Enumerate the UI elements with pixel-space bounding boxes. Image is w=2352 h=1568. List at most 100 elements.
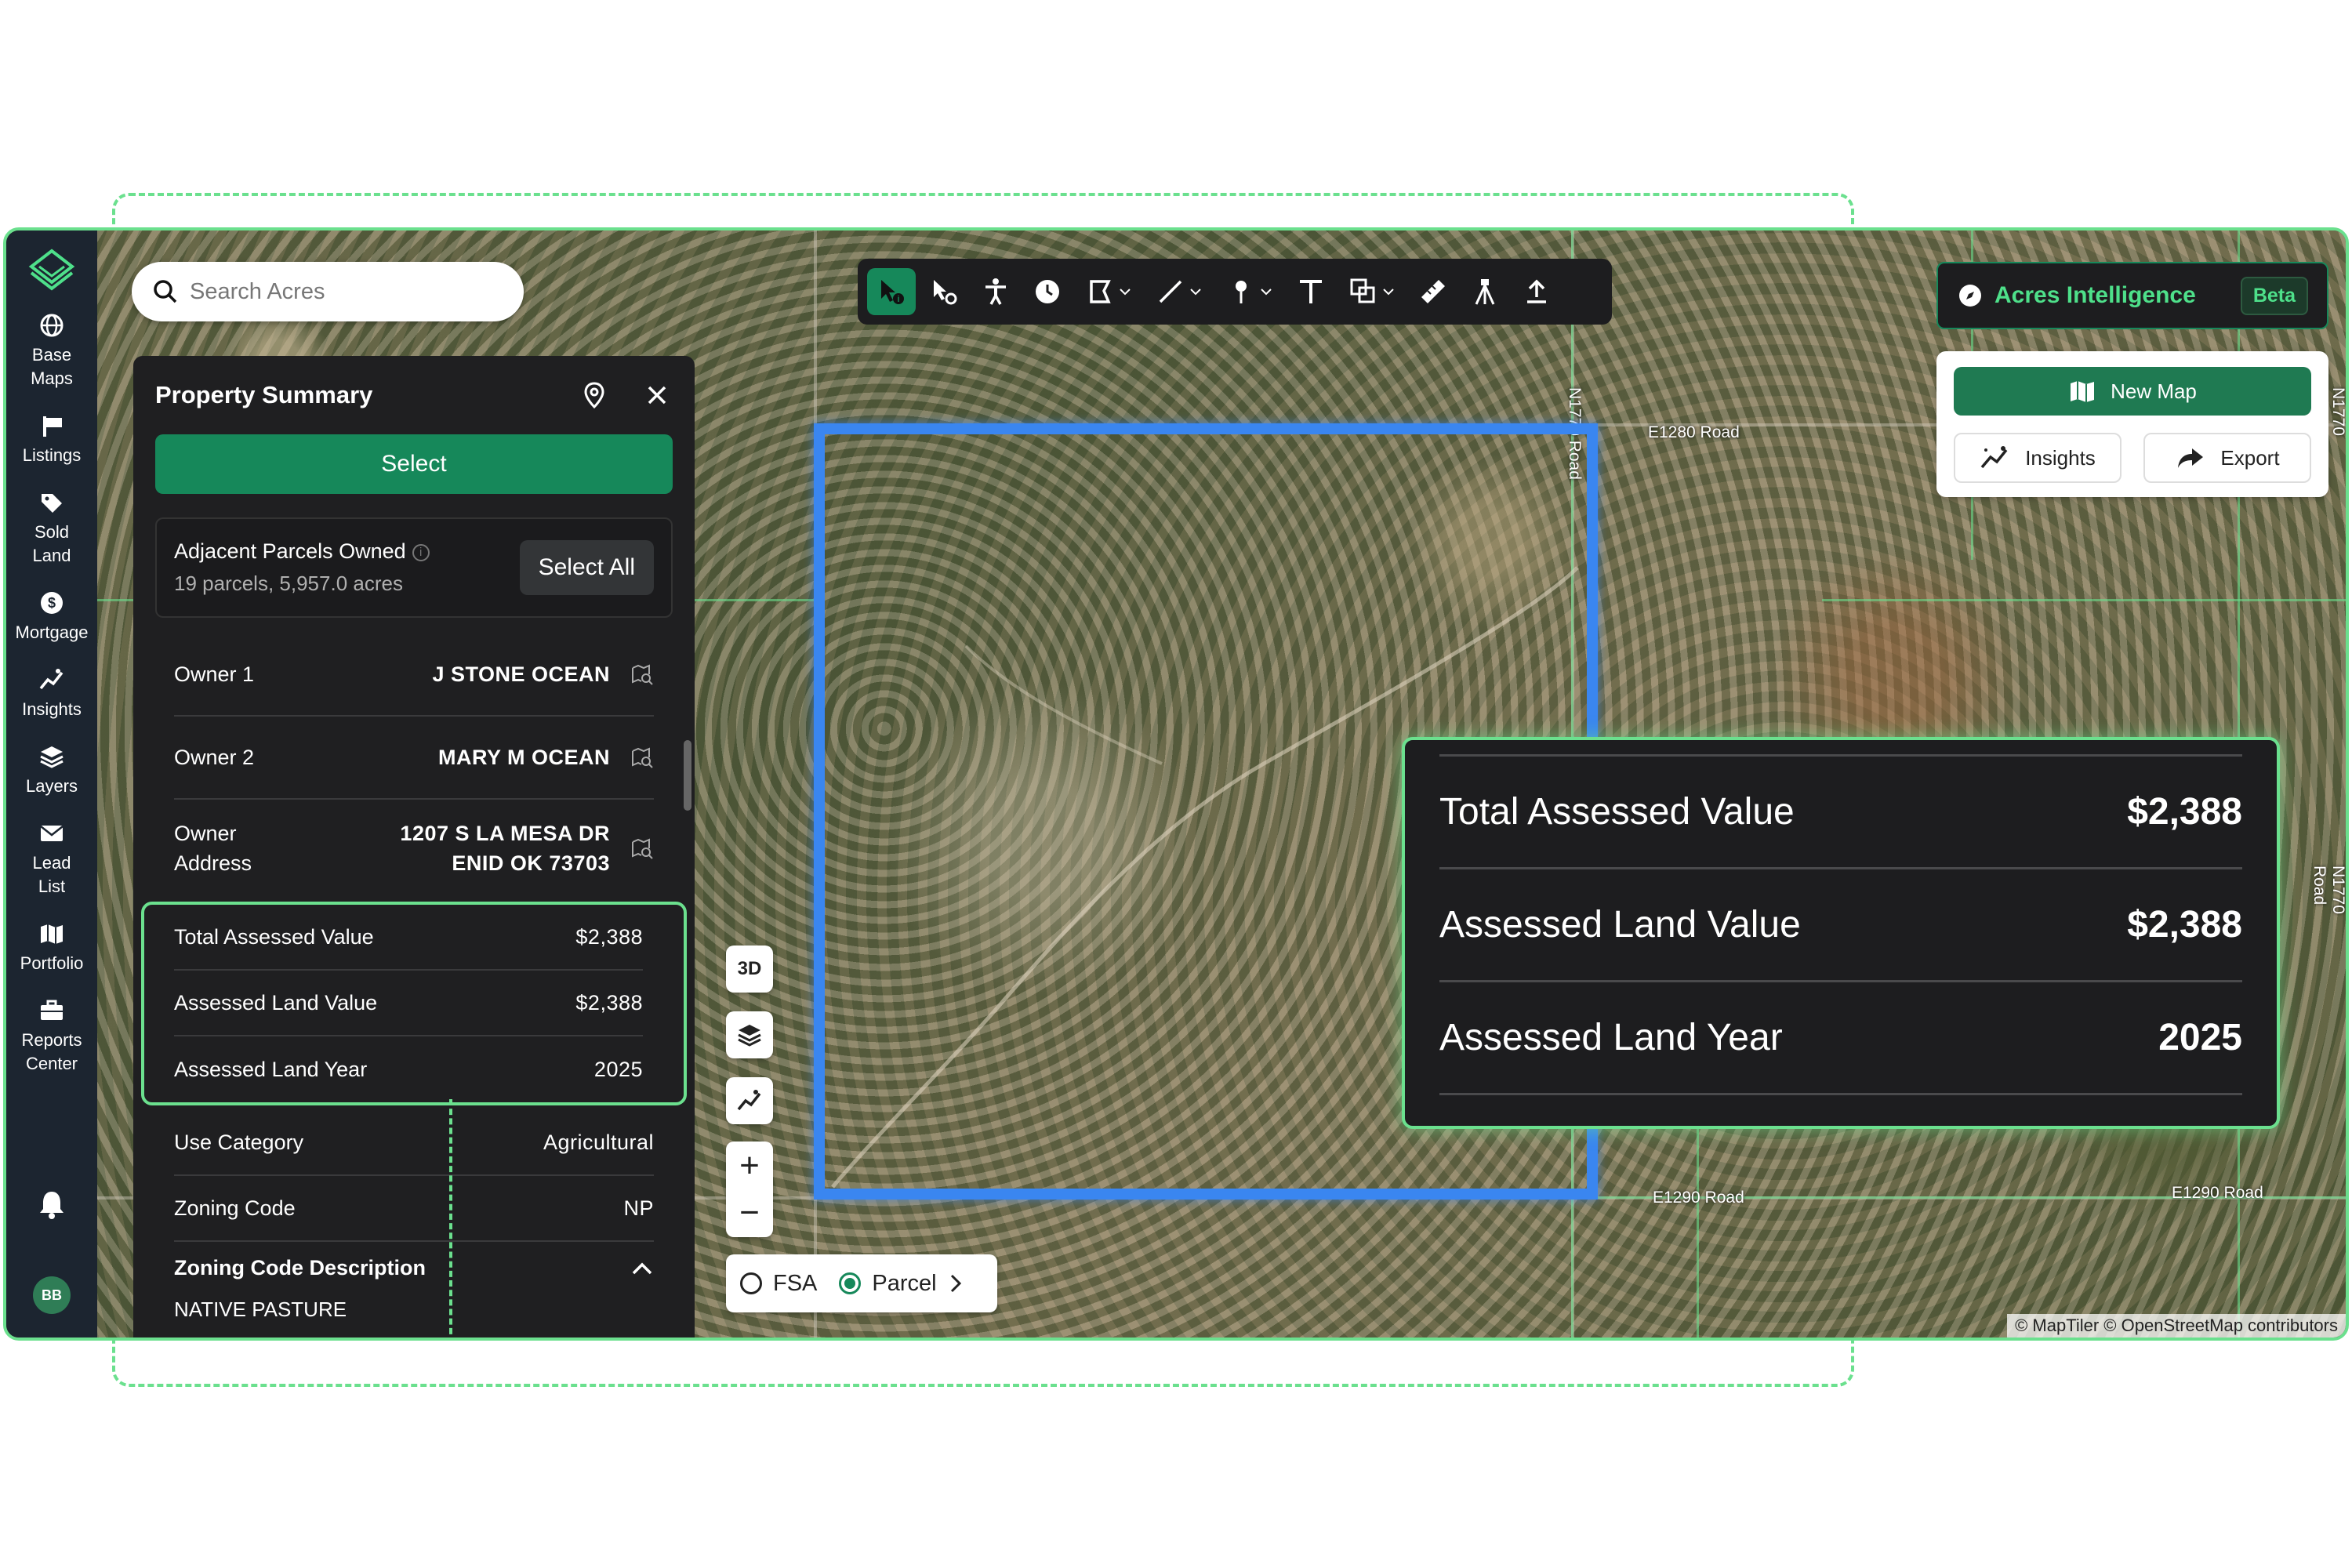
owner-address-row: Owner Address 1207 S LA MESA DR ENID OK …	[174, 800, 654, 897]
parcel-radio[interactable]	[839, 1272, 862, 1294]
layers-button[interactable]	[726, 1011, 773, 1058]
nav-item-insights[interactable]: Insights	[6, 666, 97, 721]
globe-icon	[40, 314, 64, 337]
search-bar[interactable]	[132, 262, 524, 321]
map-icon	[2071, 381, 2095, 402]
road-label-e1290: E1290 Road	[2172, 1184, 2263, 1202]
owner-address-label: Owner Address	[174, 822, 252, 875]
acres-logo-icon[interactable]	[28, 248, 75, 295]
nav-item-label: Mortgage	[15, 622, 89, 642]
use-category-row: Use Category Agricultural	[174, 1110, 654, 1176]
close-icon[interactable]	[641, 379, 673, 411]
fsa-radio[interactable]	[740, 1272, 762, 1294]
line-icon	[1159, 280, 1182, 303]
chevron-right-icon[interactable]	[948, 1272, 964, 1294]
chevron-down-icon[interactable]	[1189, 285, 1203, 299]
compass-icon	[1959, 285, 1981, 307]
owner-1-label: Owner 1	[174, 662, 255, 686]
insights-label: Insights	[2025, 445, 2096, 470]
nav-item-label: Reports Center	[21, 1030, 82, 1073]
svg-text:$: $	[48, 595, 56, 611]
listings-icon	[43, 416, 62, 437]
map-search-icon[interactable]	[630, 662, 654, 686]
zoom-control: + −	[726, 1142, 773, 1237]
history-tool[interactable]	[1024, 268, 1071, 315]
mail-icon	[40, 826, 64, 841]
chevron-down-icon[interactable]	[1118, 285, 1132, 299]
nav-item-lead-list[interactable]: Lead List	[6, 820, 97, 898]
search-input[interactable]	[190, 278, 488, 305]
owner-2-label: Owner 2	[174, 745, 255, 769]
shapes-icon	[1350, 278, 1375, 303]
insights-icon	[1980, 446, 2008, 469]
insights-map-button[interactable]	[726, 1077, 773, 1124]
text-tool[interactable]	[1287, 268, 1334, 315]
tripod-icon	[1475, 279, 1495, 305]
nav-item-base-maps[interactable]: Base Maps	[6, 312, 97, 390]
map-search-icon[interactable]	[630, 746, 654, 769]
zoom-out-button[interactable]: −	[726, 1189, 773, 1236]
select-button[interactable]: Select	[155, 434, 673, 494]
use-category-label: Use Category	[174, 1130, 304, 1154]
total-assessed-value-row: Total Assessed Value $2,388	[174, 905, 643, 971]
assessed-land-year-row: Assessed Land Year 2025	[174, 1036, 643, 1102]
zoom-in-button[interactable]: +	[726, 1142, 773, 1189]
chevron-down-icon[interactable]	[1381, 285, 1396, 299]
acres-intelligence-bar[interactable]: Acres Intelligence Beta	[1936, 262, 2328, 329]
line-tool[interactable]	[1146, 268, 1212, 315]
new-map-button[interactable]: New Map	[1954, 367, 2311, 416]
nav-item-listings[interactable]: Listings	[6, 412, 97, 467]
road-label-n1770: N1770 Road	[2310, 866, 2347, 914]
callout-row-total-assessed-value: Total Assessed Value $2,388	[1439, 757, 2242, 869]
nav-item-label: Portfolio	[20, 953, 84, 973]
nav-item-sold-land[interactable]: Sold Land	[6, 489, 97, 568]
assessed-land-value-row: Assessed Land Value $2,388	[174, 971, 643, 1036]
assessed-values-highlight: Total Assessed Value $2,388 Assessed Lan…	[141, 902, 687, 1105]
chevron-up-icon[interactable]	[630, 1261, 654, 1276]
measure-tool[interactable]	[1410, 268, 1457, 315]
export-label: Export	[2220, 445, 2280, 470]
zoning-code-label: Zoning Code	[174, 1196, 296, 1220]
callout-label: Assessed Land Year	[1439, 1017, 1783, 1058]
property-summary-panel: Property Summary Select Adjacent Parcels…	[133, 356, 695, 1338]
nav-item-label: Lead List	[32, 853, 71, 896]
drawing-toolbar: i	[858, 259, 1612, 325]
insights-icon	[39, 669, 64, 690]
fsa-label: FSA	[773, 1270, 818, 1296]
select-all-button[interactable]: Select All	[519, 540, 654, 595]
3d-toggle-button[interactable]: 3D	[726, 946, 773, 993]
bell-icon[interactable]	[38, 1189, 66, 1220]
parcel-label: Parcel	[872, 1270, 937, 1296]
nav-item-mortgage[interactable]: $ Mortgage	[6, 590, 97, 644]
nav-item-reports-center[interactable]: Reports Center	[6, 997, 97, 1076]
polygon-tool[interactable]	[1076, 268, 1142, 315]
panel-header: Property Summary	[133, 356, 695, 434]
owner-address-value: 1207 S LA MESA DR ENID OK 73703	[400, 822, 610, 875]
chevron-down-icon[interactable]	[1259, 285, 1273, 299]
nav-item-layers[interactable]: Layers	[6, 743, 97, 798]
info-icon[interactable]: i	[412, 543, 430, 561]
location-pin-icon[interactable]	[579, 379, 610, 411]
select-point-tool[interactable]	[920, 268, 967, 315]
zoning-description-section[interactable]: Zoning Code Description NATIVE PASTURE	[133, 1242, 695, 1322]
accessibility-tool[interactable]	[972, 268, 1019, 315]
select-info-tool[interactable]: i	[867, 268, 916, 315]
zoning-description-value: NATIVE PASTURE	[174, 1298, 347, 1321]
zoning-code-row: Zoning Code NP	[174, 1176, 654, 1242]
nav-item-label: Sold Land	[32, 522, 71, 565]
survey-tool[interactable]	[1461, 268, 1508, 315]
map-search-icon[interactable]	[630, 837, 654, 860]
owner-2-row: Owner 2 MARY M OCEAN	[174, 717, 654, 800]
nav-item-portfolio[interactable]: Portfolio	[6, 920, 97, 975]
shape-tool[interactable]	[1339, 268, 1405, 315]
nav-item-label: Listings	[22, 445, 82, 465]
user-avatar[interactable]: BB	[33, 1276, 71, 1314]
new-map-label: New Map	[2111, 379, 2197, 403]
callout-value: $2,388	[2127, 791, 2242, 833]
insights-button[interactable]: Insights	[1954, 433, 2122, 483]
pin-tool[interactable]	[1217, 268, 1283, 315]
export-button[interactable]: Export	[2143, 433, 2311, 483]
share-arrow-icon	[2178, 448, 2204, 468]
panel-scrollbar[interactable]	[684, 740, 691, 811]
upload-tool[interactable]	[1513, 268, 1560, 315]
